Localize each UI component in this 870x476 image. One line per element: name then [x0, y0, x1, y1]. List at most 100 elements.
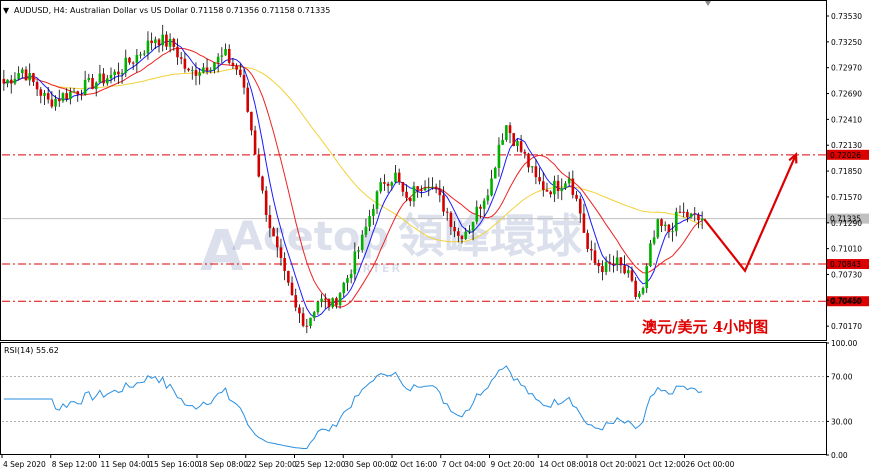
- candle-body: [187, 68, 190, 71]
- candle-body: [264, 190, 268, 215]
- candle-body: [641, 288, 645, 294]
- candle-body: [394, 172, 397, 183]
- candle-body: [61, 93, 65, 102]
- candle-body: [464, 231, 467, 240]
- price-tick-label: 0.72970: [831, 64, 862, 73]
- candle-body: [608, 262, 612, 265]
- candle-body: [471, 221, 475, 231]
- candle-body: [213, 62, 216, 70]
- candle-body: [54, 98, 57, 107]
- candle-body: [578, 198, 582, 214]
- price-tick-label: 0.70730: [831, 270, 862, 279]
- candle-body: [401, 182, 405, 192]
- candle-body: [372, 208, 375, 217]
- candle-body: [91, 77, 94, 89]
- candle-body: [501, 139, 504, 145]
- candle-body: [301, 313, 305, 326]
- candle-body: [227, 48, 231, 63]
- candle-body: [183, 58, 187, 69]
- candle: [586, 229, 589, 253]
- candle-body: [57, 98, 61, 102]
- candle-body: [135, 54, 139, 63]
- rsi-tick-label: 30.00: [831, 417, 853, 426]
- candle-body: [176, 46, 179, 58]
- candle: [505, 125, 508, 142]
- candle-body: [482, 200, 486, 209]
- chart-annotation: 澳元/美元 4小时图: [642, 318, 768, 336]
- candle-body: [545, 189, 549, 192]
- candle-body: [667, 224, 671, 232]
- candle-body: [586, 232, 589, 249]
- candle-body: [379, 182, 383, 192]
- candle-body: [335, 298, 338, 306]
- candle-body: [697, 214, 700, 221]
- candle-body: [549, 191, 552, 195]
- candle-body: [493, 167, 497, 179]
- candle-body: [686, 211, 689, 218]
- candle-body: [423, 188, 427, 191]
- candle-body: [604, 262, 608, 273]
- candle-body: [468, 230, 471, 232]
- candle-body: [434, 186, 438, 190]
- candle-body: [349, 274, 353, 279]
- candle-body: [652, 237, 656, 244]
- candle-body: [660, 219, 663, 227]
- candle-body: [338, 293, 342, 306]
- candle-body: [21, 69, 24, 74]
- candle-body: [257, 154, 261, 177]
- price-tick-label: 0.70170: [831, 322, 862, 331]
- candle-body: [224, 48, 227, 56]
- price-tick-label: 0.73530: [831, 12, 862, 21]
- candle-body: [28, 73, 32, 81]
- rsi-header: RSI(14) 55.62: [4, 346, 59, 355]
- candle-body: [113, 71, 116, 75]
- time-tick-label: 30 Sep 00:00: [344, 460, 394, 469]
- time-tick-label: 18 Sep 08:00: [198, 460, 248, 469]
- candle-body: [80, 94, 83, 96]
- candle-body: [390, 182, 394, 186]
- candle-body: [124, 57, 128, 73]
- candle-body: [671, 231, 674, 233]
- candle-body: [35, 82, 39, 90]
- candle-body: [9, 79, 13, 84]
- candle-body: [438, 189, 442, 196]
- candle-body: [209, 69, 213, 71]
- candle-body: [298, 307, 301, 314]
- time-tick-label: 11 Sep 04:00: [101, 460, 151, 469]
- price-tick-label: 0.71290: [831, 219, 862, 228]
- rsi-panel-frame: [0, 342, 827, 455]
- candle-body: [216, 56, 220, 63]
- candle-body: [242, 75, 246, 88]
- candle-body: [408, 197, 412, 202]
- candle-body: [626, 270, 630, 274]
- level-tag-1: 0.70843: [830, 260, 861, 269]
- candle-body: [194, 70, 198, 76]
- time-tick-label: 15 Sep 16:00: [149, 460, 199, 469]
- candle-body: [512, 133, 516, 147]
- rsi-tick-label: 70.00: [831, 373, 853, 382]
- candle-body: [497, 144, 501, 168]
- candle-body: [98, 73, 102, 83]
- candle-body: [593, 250, 597, 263]
- candle-body: [87, 77, 91, 80]
- candle-body: [150, 40, 153, 44]
- candle-body: [678, 211, 682, 213]
- candle-body: [6, 79, 9, 84]
- candle-body: [353, 251, 357, 275]
- candle-body: [634, 280, 637, 297]
- candle-body: [320, 298, 323, 302]
- candle-body: [250, 111, 253, 131]
- candle-body: [231, 62, 235, 66]
- candle-body: [541, 181, 545, 190]
- candle-body: [534, 166, 538, 178]
- candle-body: [205, 67, 209, 71]
- candle-body: [272, 228, 275, 237]
- candle-body: [179, 57, 183, 59]
- candle-body: [109, 74, 113, 79]
- candle-body: [357, 250, 360, 252]
- candle-body: [290, 282, 294, 296]
- candle-body: [142, 53, 146, 55]
- price-tick-label: 0.70450: [831, 296, 862, 305]
- candle-body: [235, 65, 238, 70]
- candle-body: [268, 214, 272, 229]
